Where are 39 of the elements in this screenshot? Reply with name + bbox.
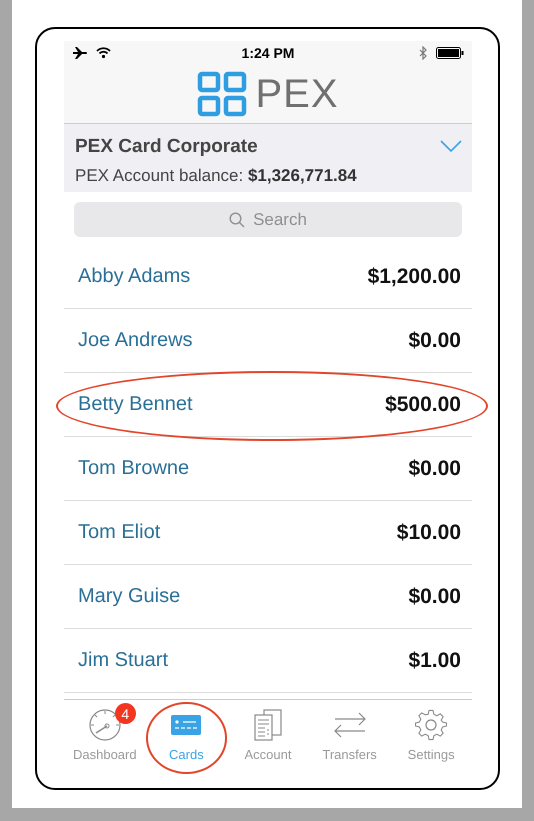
card-row[interactable]: Joe Andrews $0.00 [64,309,472,373]
card-row[interactable]: Jim Stuart $1.00 [64,629,472,693]
card-row[interactable]: Tom Eliot $10.00 [64,501,472,565]
chevron-icon[interactable] [440,140,462,152]
card-row[interactable]: Mary Guise $0.00 [64,565,472,629]
tab-item[interactable]: 4 Dashboard [64,700,146,770]
card-row[interactable]: Abby Adams $1,200.00 [64,245,472,309]
transfer-arrows-icon [332,710,368,740]
account-name: PEX Card Corporate [75,136,259,158]
card-icon [170,713,202,737]
card-balance: $0.00 [408,456,461,480]
card-balance: $1,200.00 [368,264,461,288]
gauge-icon [88,708,122,742]
airplane-icon [72,46,88,60]
wifi-icon [96,47,111,59]
card-balance: $0.00 [408,328,461,352]
cardholder-name: Tom Browne [78,457,190,480]
cardholder-name: Mary Guise [78,585,180,608]
bluetooth-icon [418,46,428,60]
status-time: 1:24 PM [242,45,294,61]
card-row[interactable]: Betty Bennet $500.00 [64,373,472,437]
logo-text: PEX [255,72,339,116]
search-icon [229,212,246,228]
card-balance: $10.00 [396,520,461,544]
cardholder-name: Jim Stuart [78,649,168,672]
cardholder-name: Abby Adams [78,265,190,288]
settings-icon [415,709,448,741]
account-panel[interactable]: PEX Card Corporate PEX Account balance: $1,326,771.84 [64,124,472,192]
pex-logo-icon [197,71,248,117]
card-balance: $1.00 [408,648,461,672]
card-balance: $500.00 [385,392,461,416]
cardholder-name: Betty Bennet [78,393,193,416]
cardholder-name: Joe Andrews [78,329,193,352]
card-balance: $0.00 [408,584,461,608]
card-row[interactable]: Tom Browne $0.00 [64,437,472,501]
battery-icon [436,47,464,59]
notification-badge: 4 [114,703,136,724]
cardholder-name: Tom Eliot [78,521,160,544]
account-balance: PEX Account balance: $1,326,771.84 [75,166,357,186]
